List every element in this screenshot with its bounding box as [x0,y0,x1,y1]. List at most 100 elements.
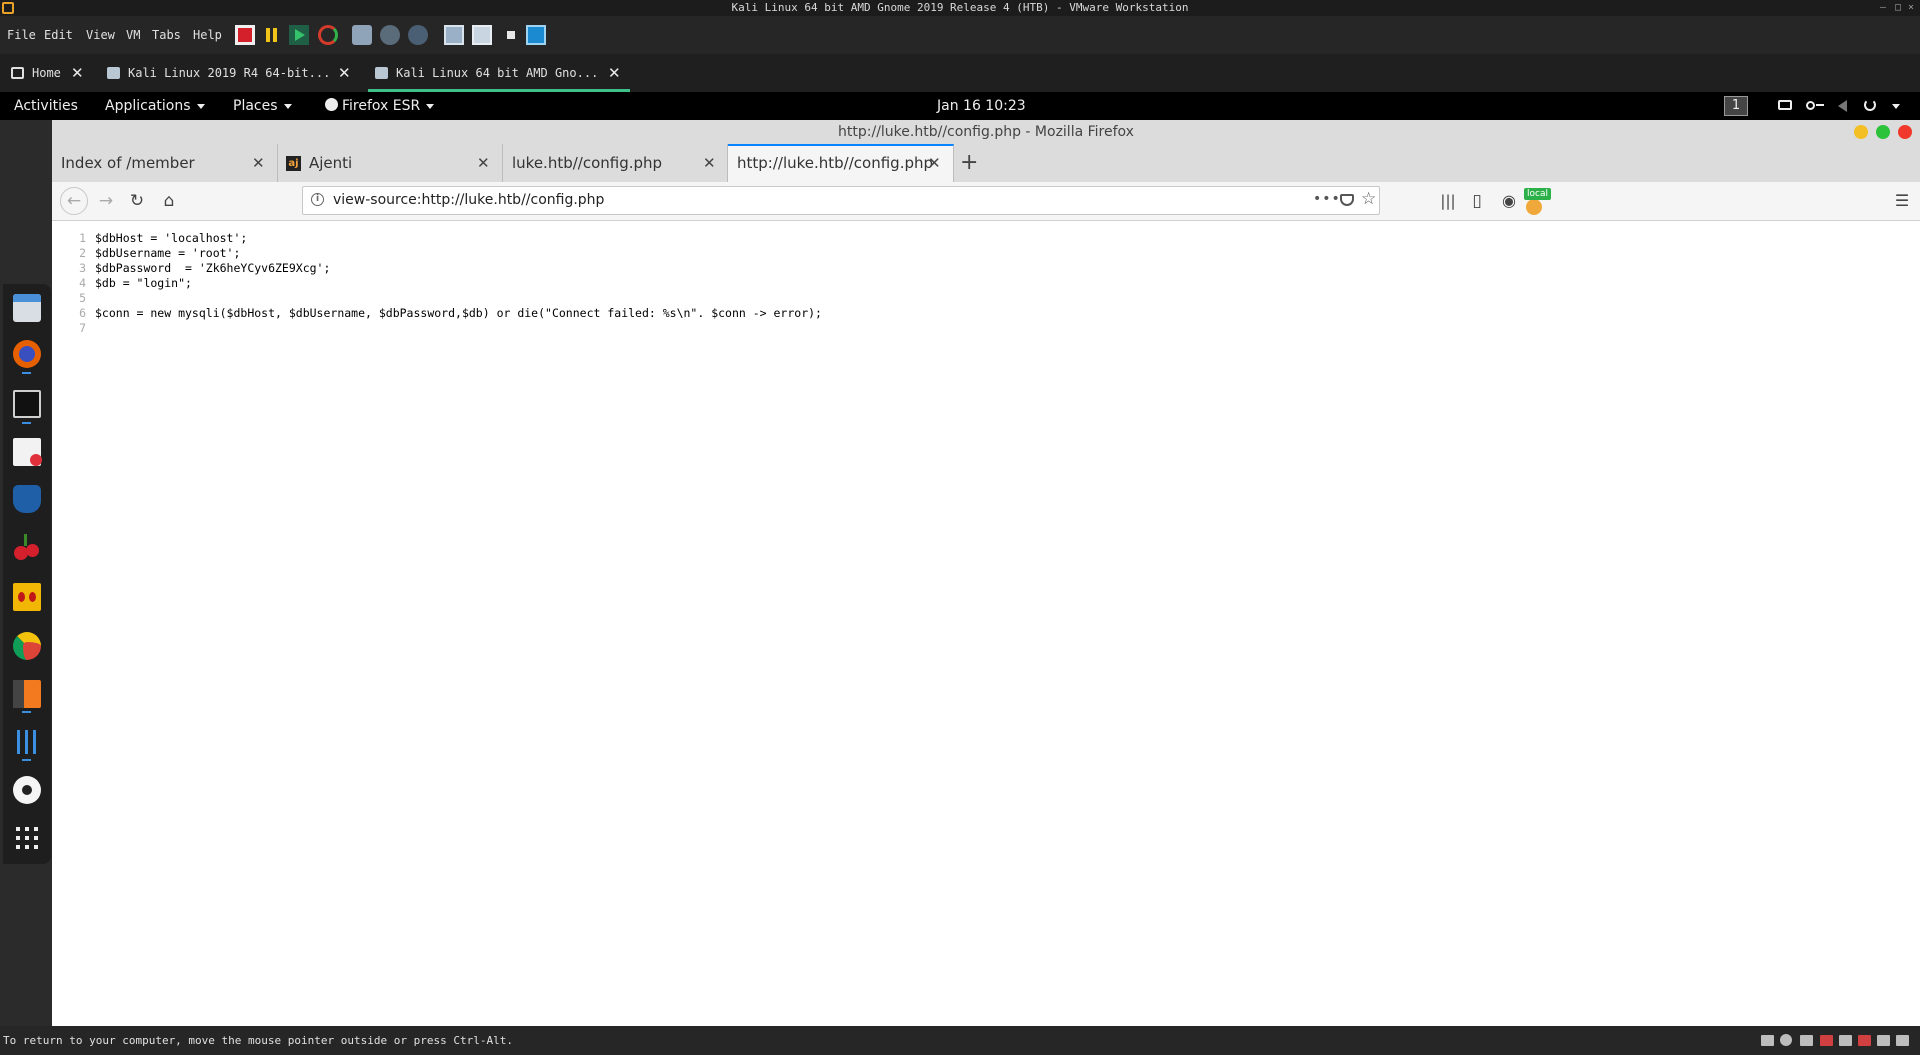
pause-icon[interactable] [262,25,282,45]
firefox-icon[interactable] [13,340,41,368]
snapshot-manager-icon[interactable] [408,25,428,45]
close-tab-icon[interactable]: ✕ [703,144,716,182]
workspace-indicator[interactable]: 1 [1724,96,1748,116]
library-icon[interactable]: ||| [1437,190,1459,212]
tab-ajenti[interactable]: aj Ajenti ✕ [278,144,503,182]
printer-icon[interactable] [1858,1035,1871,1046]
vm-tab-kali-gnome-active[interactable]: Kali Linux 64 bit AMD Gno... ✕ [368,54,630,92]
cd-icon[interactable] [1780,1034,1792,1046]
extension-icon[interactable] [1526,199,1542,215]
maximize-button[interactable] [1876,125,1890,139]
close-tab-icon[interactable]: ✕ [477,144,490,182]
pocket-icon[interactable] [1340,194,1354,206]
sidebar-view-icon[interactable] [444,25,464,45]
menu-edit[interactable]: Edit [44,28,73,42]
vm-tab-label: Kali Linux 64 bit AMD Gno... [396,66,599,80]
menu-vm[interactable]: VM [126,28,140,42]
chevron-down-icon [283,103,292,109]
vmware-app-icon [2,2,14,14]
maximize-icon[interactable]: □ [1895,0,1901,16]
applications-label: Applications [105,98,191,114]
menu-view[interactable]: View [86,28,115,42]
maltego-icon[interactable] [13,583,41,611]
reload-button[interactable]: ↻ [126,190,148,212]
firefox-app-menu[interactable]: Firefox ESR [325,98,435,114]
firefox-window-title: http://luke.htb//config.php - Mozilla Fi… [838,124,1134,140]
minimize-icon[interactable]: – [1880,0,1886,16]
files-icon[interactable] [13,294,41,322]
display-icon[interactable] [1877,1035,1890,1046]
vm-tab-home[interactable]: Home ✕ [0,54,92,92]
key-icon[interactable] [1806,101,1815,110]
power-off-icon[interactable] [235,25,255,45]
menu-help[interactable]: Help [193,28,222,42]
menu-tabs[interactable]: Tabs [152,28,181,42]
new-tab-button[interactable]: + [960,144,978,182]
hdd-icon[interactable] [1761,1035,1774,1046]
vm-tab-kali-2019[interactable]: Kali Linux 2019 R4 64-bit... ✕ [100,54,362,92]
page-actions-icon[interactable]: ••• [1313,191,1341,207]
vmware-window-title: Kali Linux 64 bit AMD Gnome 2019 Release… [731,1,1189,14]
play-icon[interactable] [289,25,309,45]
forward-button[interactable]: → [95,190,117,212]
hamburger-menu-icon[interactable]: ☰ [1891,190,1913,212]
text-editor-icon[interactable] [13,438,42,466]
cherrytree-icon[interactable] [13,534,41,562]
screen-icon[interactable] [1778,100,1792,110]
close-tab-icon[interactable]: ✕ [252,144,265,182]
site-info-icon[interactable]: i [311,193,324,206]
sidebar-icon[interactable]: ▯ [1466,190,1488,212]
url-text[interactable]: view-source:http://luke.htb//config.php [333,192,604,208]
volume-icon[interactable] [1838,100,1847,112]
url-bar[interactable]: i view-source:http://luke.htb//config.ph… [302,186,1380,215]
places-label: Places [233,98,278,114]
terminal-icon[interactable] [13,390,41,418]
vmware-tab-bar: Home ✕ Kali Linux 2019 R4 64-bit... ✕ Ka… [0,54,1920,92]
firefox-icon [325,98,338,111]
disc-icon[interactable] [13,776,41,804]
restart-icon[interactable] [318,25,338,45]
close-tab-icon[interactable]: ✕ [928,146,941,180]
close-tab-icon[interactable]: ✕ [608,54,621,92]
line-number: 3 [79,261,86,275]
places-menu[interactable]: Places [233,98,292,114]
network-icon[interactable] [1800,1035,1813,1046]
close-icon[interactable]: × [1908,0,1914,16]
applications-menu[interactable]: Applications [105,98,205,114]
metasploit-icon[interactable] [13,485,41,513]
message-icon[interactable] [1896,1035,1909,1046]
minimize-button[interactable] [1854,125,1868,139]
clock[interactable]: Jan 16 10:23 [937,98,1026,114]
line-number: 5 [79,291,86,305]
activities-button[interactable]: Activities [14,98,78,114]
close-tab-icon[interactable]: ✕ [338,54,351,92]
fullscreen-icon[interactable] [526,25,546,45]
home-icon [11,67,24,79]
home-button[interactable]: ⌂ [158,190,180,212]
chevron-down-icon [426,103,435,109]
close-button[interactable] [1898,125,1912,139]
tab-view-source-active[interactable]: http://luke.htb//config.php ✕ [728,144,954,182]
close-tab-icon[interactable]: ✕ [71,54,84,92]
console-view-icon[interactable] [472,25,492,45]
chevron-down-icon [1892,103,1900,109]
menu-file[interactable]: File [7,28,36,42]
chrome-icon[interactable] [13,632,41,660]
unity-icon[interactable] [501,25,521,45]
settings-tool-icon[interactable] [13,728,41,756]
gnome-top-bar: Activities Applications Places Firefox E… [0,92,1920,120]
sound-icon[interactable] [1839,1035,1852,1046]
usb-disconnected-icon[interactable] [1820,1035,1833,1046]
back-button[interactable]: ← [60,187,88,215]
burpsuite-icon[interactable] [13,680,41,708]
snapshot-icon[interactable] [352,25,372,45]
show-apps-icon[interactable] [13,824,41,852]
tab-index-of-member[interactable]: Index of /member ✕ [52,144,278,182]
bookmark-star-icon[interactable]: ☆ [1361,189,1376,209]
source-code: $conn = new mysqli($dbHost, $dbUsername,… [95,306,822,320]
account-icon[interactable]: ◉ [1498,190,1520,212]
power-icon[interactable] [1864,99,1876,111]
system-menu[interactable] [1886,98,1900,114]
revert-snapshot-icon[interactable] [380,25,400,45]
tab-config-php[interactable]: luke.htb//config.php ✕ [503,144,728,182]
